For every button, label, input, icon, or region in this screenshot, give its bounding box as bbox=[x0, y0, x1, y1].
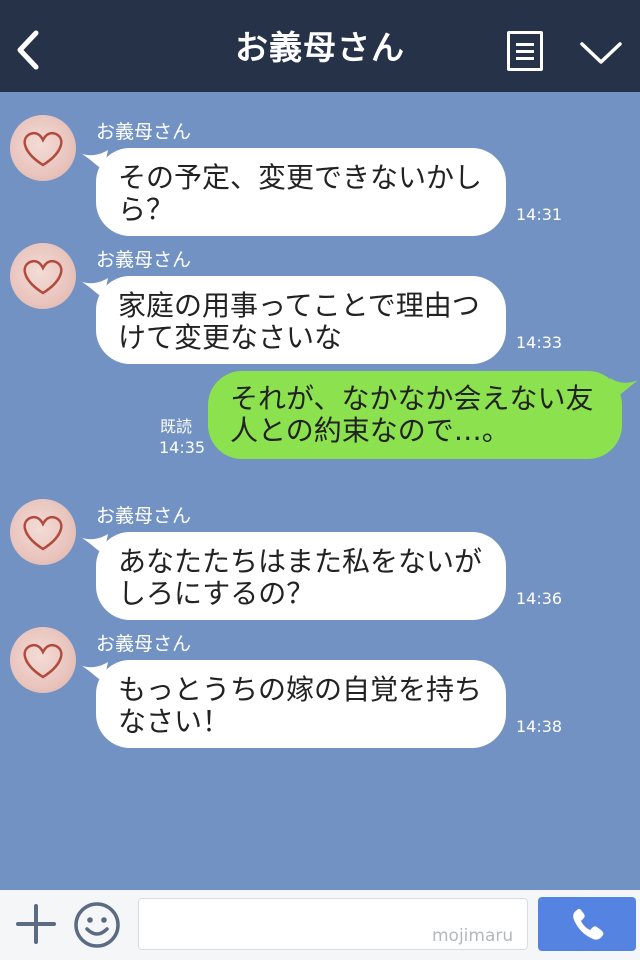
menu-button[interactable] bbox=[507, 31, 543, 71]
avatar[interactable] bbox=[10, 627, 76, 693]
call-button[interactable] bbox=[538, 897, 636, 951]
avatar[interactable] bbox=[10, 243, 76, 309]
message-list[interactable]: お義母さん その予定、変更できないかしら？ 14:31 お義母さん 家庭の用事っ… bbox=[0, 92, 640, 890]
message-bubble[interactable]: それが、なかなか会えない友人との約束なので…。 bbox=[208, 371, 622, 459]
attach-button[interactable] bbox=[16, 904, 56, 944]
message-time: 14:36 bbox=[516, 589, 563, 608]
watermark: mojimaru bbox=[432, 926, 514, 946]
read-receipt: 既読 bbox=[160, 417, 193, 436]
sender-name: お義母さん bbox=[96, 121, 192, 143]
menu-icon bbox=[516, 43, 534, 46]
sender-name: お義母さん bbox=[96, 249, 192, 271]
message-bubble[interactable]: もっとうちの嫁の自覚を持ちなさい！ bbox=[96, 660, 506, 748]
message-time: 14:35 bbox=[159, 438, 206, 457]
chat-title: お義母さん bbox=[235, 28, 405, 67]
smiley-icon bbox=[74, 902, 120, 948]
bubble-tail bbox=[610, 378, 638, 398]
heart-icon bbox=[23, 259, 63, 295]
collapse-button[interactable] bbox=[578, 38, 624, 68]
avatar[interactable] bbox=[10, 499, 76, 565]
chevron-down-icon bbox=[580, 42, 622, 64]
avatar[interactable] bbox=[10, 115, 76, 181]
message-bubble[interactable]: 家庭の用事ってことで理由つけて変更なさいな bbox=[96, 276, 506, 364]
heart-icon bbox=[23, 643, 63, 679]
message-time: 14:38 bbox=[516, 717, 563, 736]
heart-icon bbox=[23, 515, 63, 551]
plus-icon bbox=[16, 904, 56, 944]
emoji-button[interactable] bbox=[72, 900, 122, 950]
message-time: 14:31 bbox=[516, 205, 563, 224]
phone-icon bbox=[573, 908, 604, 940]
message-time: 14:33 bbox=[516, 333, 563, 352]
heart-icon bbox=[23, 131, 63, 167]
message-bubble[interactable]: あなたたちはまた私をないがしろにするの？ bbox=[96, 532, 506, 620]
chat-header: お義母さん bbox=[0, 0, 640, 92]
sender-name: お義母さん bbox=[96, 505, 192, 527]
sender-name: お義母さん bbox=[96, 633, 192, 655]
message-bubble[interactable]: その予定、変更できないかしら？ bbox=[96, 148, 506, 236]
